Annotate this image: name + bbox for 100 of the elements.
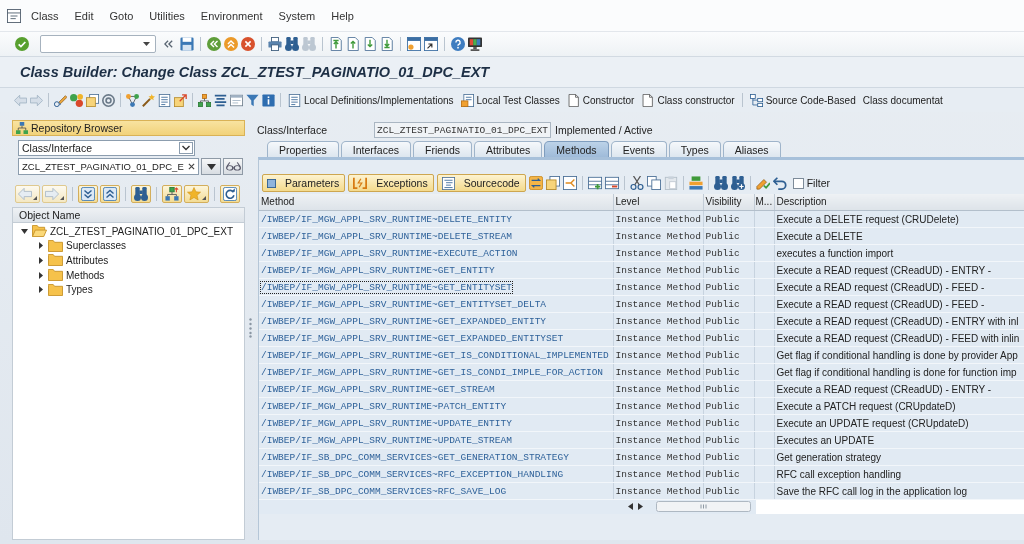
history-forward-button[interactable]: [42, 185, 67, 203]
object-type-dropdown[interactable]: Class/Interface: [18, 140, 195, 156]
menu-item[interactable]: Utilities: [141, 7, 193, 24]
tree-diagram-icon[interactable]: [749, 93, 763, 107]
network-icon[interactable]: [126, 93, 139, 107]
copy-icon[interactable]: [646, 176, 661, 190]
clear-icon[interactable]: [188, 163, 195, 170]
up-chevron-circle-icon[interactable]: [224, 37, 238, 51]
document-stack-icon[interactable]: [545, 176, 560, 190]
tree-item[interactable]: Methods: [66, 269, 105, 281]
document-list-icon[interactable]: [158, 93, 171, 107]
cross-circle-icon[interactable]: [241, 37, 255, 51]
tab[interactable]: Interfaces: [340, 141, 411, 157]
toolbar-button[interactable]: Parameters: [262, 174, 346, 192]
next-page-icon[interactable]: [363, 37, 377, 51]
document-badge-icon[interactable]: [460, 93, 474, 107]
new-window-icon[interactable]: [407, 37, 421, 51]
swap-arrows-icon[interactable]: [528, 176, 543, 190]
last-page-icon[interactable]: [380, 37, 394, 51]
refresh-button[interactable]: [220, 185, 240, 203]
column-header[interactable]: Level: [613, 194, 703, 210]
align-center-icon[interactable]: [214, 93, 227, 107]
scroll-right-icon[interactable]: [638, 503, 643, 510]
toolbar-button[interactable]: Constructor: [564, 90, 637, 110]
tab[interactable]: Events: [610, 141, 667, 157]
menu-item[interactable]: Goto: [101, 7, 142, 24]
toolbar-button[interactable]: Local Test Classes: [458, 90, 562, 110]
binoculars-icon[interactable]: [285, 37, 299, 51]
scissors-icon[interactable]: [629, 176, 644, 190]
dropdown-caret-icon[interactable]: [143, 42, 150, 46]
help-icon[interactable]: [451, 37, 465, 51]
pencil-check-icon[interactable]: [755, 176, 770, 190]
dropdown-chevron-icon[interactable]: [179, 142, 193, 154]
menu-item[interactable]: Help: [323, 7, 362, 24]
double-chevron-icon[interactable]: [164, 40, 173, 48]
hierarchy-icon[interactable]: [198, 93, 211, 107]
tab[interactable]: Types: [668, 141, 721, 157]
menu-item[interactable]: Environment: [192, 7, 271, 24]
toolbar-button[interactable]: Exceptions: [348, 174, 434, 192]
clipboard-icon[interactable]: [663, 176, 678, 190]
binoculars-icon[interactable]: [713, 176, 728, 190]
window-menu-icon[interactable]: [7, 8, 21, 23]
tree-item[interactable]: Types: [66, 284, 93, 296]
branch-arrows-icon[interactable]: [562, 176, 577, 190]
previous-page-icon[interactable]: [346, 37, 360, 51]
tab[interactable]: Friends: [412, 141, 472, 157]
square-icon[interactable]: [267, 178, 276, 188]
splitter-handle[interactable]: [248, 318, 252, 338]
column-header[interactable]: Description: [774, 194, 1024, 210]
filter-icon[interactable]: [246, 93, 259, 107]
history-back-button[interactable]: [15, 185, 40, 203]
find-button[interactable]: [131, 185, 151, 203]
collapsed-triangle-icon[interactable]: [38, 286, 43, 294]
toolbar-button[interactable]: Class constructor: [639, 90, 737, 110]
save-icon[interactable]: [180, 37, 194, 51]
window-icon[interactable]: [230, 93, 243, 107]
insert-row-icon[interactable]: [587, 176, 602, 190]
tree-item[interactable]: Superclasses: [66, 240, 127, 252]
dropdown-button[interactable]: [201, 158, 221, 175]
toolbar-button[interactable]: Class documentat: [860, 90, 945, 110]
document-stack-icon[interactable]: [86, 93, 99, 107]
menu-item[interactable]: System: [270, 7, 324, 24]
double-chevron-circle-icon[interactable]: [207, 37, 221, 51]
delete-row-icon[interactable]: [604, 176, 619, 190]
code-document-icon[interactable]: [441, 176, 455, 190]
tab[interactable]: Attributes: [474, 141, 543, 157]
monitor-icon[interactable]: [468, 37, 482, 51]
stack-icon[interactable]: [688, 176, 703, 190]
tree-item[interactable]: Attributes: [66, 255, 109, 266]
check-icon[interactable]: [15, 37, 29, 51]
toolbar-button[interactable]: Source Code-Based: [747, 90, 858, 110]
first-page-icon[interactable]: [329, 37, 343, 51]
undo-icon[interactable]: [772, 176, 787, 190]
column-header[interactable]: Method: [259, 194, 613, 210]
tab[interactable]: Methods: [544, 141, 609, 157]
printer-icon[interactable]: [268, 37, 282, 51]
toolbar-button[interactable]: Sourcecode: [436, 174, 526, 192]
column-header[interactable]: Visibility: [703, 194, 754, 210]
info-icon[interactable]: [262, 93, 275, 107]
ring-icon[interactable]: [102, 93, 115, 107]
menu-item[interactable]: Edit: [66, 7, 102, 24]
scroll-left-icon[interactable]: [628, 503, 633, 510]
tab[interactable]: Aliases: [722, 141, 781, 157]
page-icon[interactable]: [566, 93, 580, 107]
collapsed-triangle-icon[interactable]: [38, 257, 43, 264]
scrollbar-thumb[interactable]: [656, 501, 751, 512]
column-header[interactable]: M...: [754, 194, 774, 210]
toolbar-button[interactable]: Local Definitions/Implementations: [286, 90, 456, 110]
command-field[interactable]: [40, 35, 156, 53]
wand-icon[interactable]: [142, 93, 155, 107]
collapse-button[interactable]: [100, 185, 120, 203]
pencil-icon[interactable]: [54, 93, 67, 107]
document-list-icon[interactable]: [288, 93, 301, 107]
binoculars-plus-icon[interactable]: [730, 176, 745, 190]
collapsed-triangle-icon[interactable]: [38, 242, 43, 250]
tree-item[interactable]: ZCL_ZTEST_PAGINATIO_01_DPC_EXT: [50, 225, 234, 237]
expand-button[interactable]: [78, 185, 98, 203]
page-icon[interactable]: [641, 93, 655, 107]
collapsed-triangle-icon[interactable]: [38, 271, 43, 279]
expanded-triangle-icon[interactable]: [21, 228, 28, 234]
